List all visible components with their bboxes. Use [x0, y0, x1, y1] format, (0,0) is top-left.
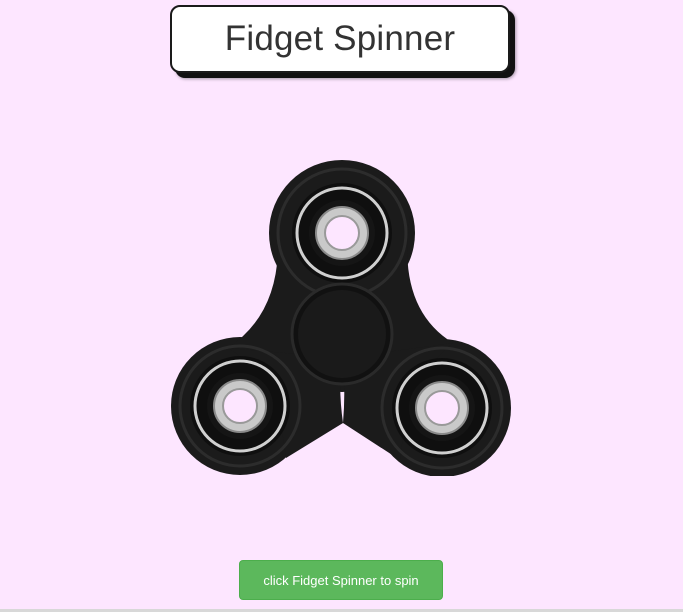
fidget-spinner-icon[interactable]	[168, 158, 512, 476]
left-bearing	[190, 356, 290, 456]
center-cap	[290, 282, 394, 386]
page: Fidget Spinner click Fidget Spinner to s…	[0, 0, 683, 612]
spin-button[interactable]: click Fidget Spinner to spin	[239, 560, 443, 600]
right-bearing	[392, 358, 492, 458]
title-box: Fidget Spinner	[170, 5, 510, 73]
top-bearing	[292, 183, 392, 283]
page-title: Fidget Spinner	[224, 19, 456, 58]
fidget-spinner[interactable]	[168, 158, 512, 476]
